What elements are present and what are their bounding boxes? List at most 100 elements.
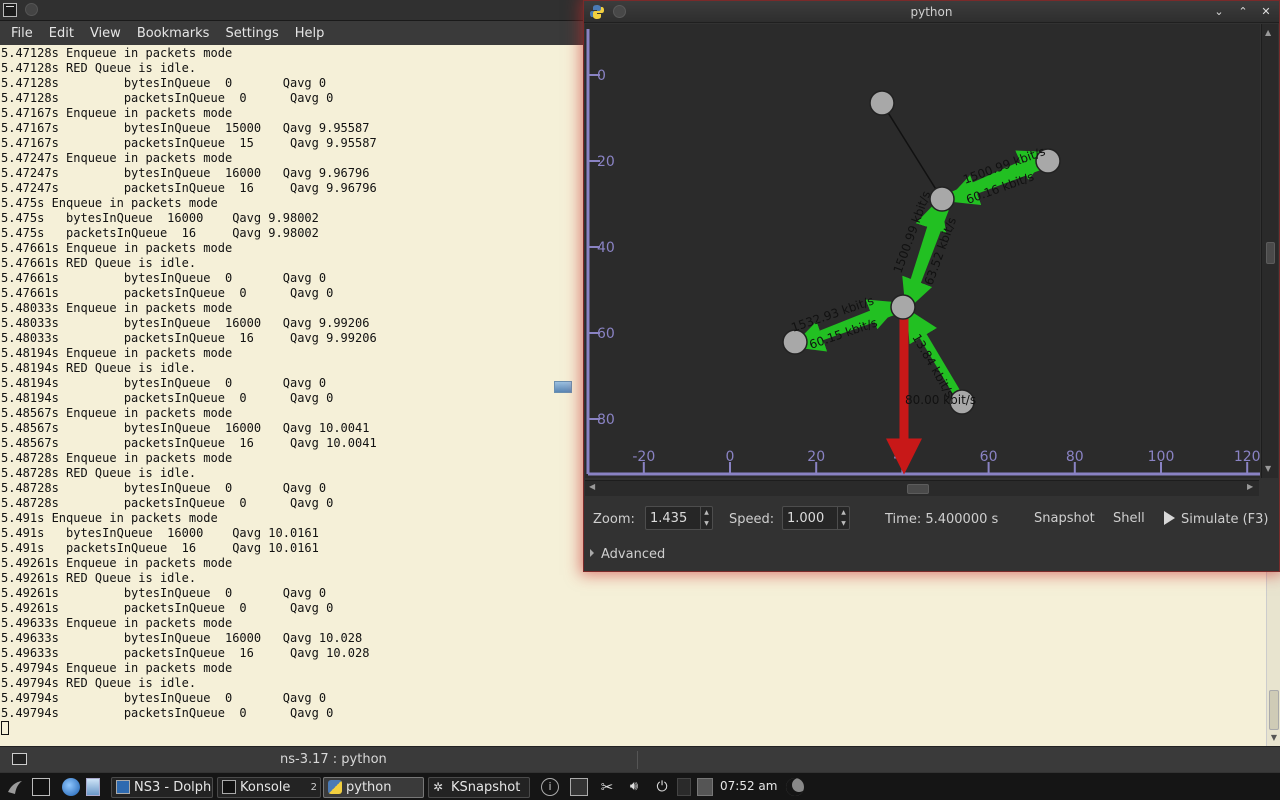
canvas-horizontal-scrollbar[interactable]: ◀ ▶ — [585, 480, 1259, 496]
canvas-vertical-scrollbar[interactable]: ▲ ▼ — [1261, 24, 1278, 478]
taskbar: NS3 - Dolphin Konsole 2 python ✲ KSnapsh… — [0, 772, 1280, 800]
scrollbar-thumb[interactable] — [1269, 690, 1279, 730]
task-python[interactable]: python — [323, 777, 424, 798]
scroll-left-icon[interactable]: ◀ — [589, 482, 595, 491]
node-circle[interactable] — [869, 90, 895, 116]
y-tick-label: 60 — [597, 326, 615, 342]
snapshot-button[interactable]: Snapshot — [1034, 511, 1095, 526]
network-icon[interactable] — [570, 778, 588, 796]
menu-help[interactable]: Help — [287, 26, 333, 41]
menu-file[interactable]: File — [3, 26, 41, 41]
x-tick-label: 100 — [1148, 449, 1175, 465]
y-tick-label: 20 — [597, 154, 615, 170]
menu-edit[interactable]: Edit — [41, 26, 82, 41]
new-tab-icon[interactable] — [12, 753, 27, 765]
document-icon[interactable] — [86, 778, 100, 796]
scissors-icon[interactable]: ✂ — [598, 778, 616, 796]
y-tick-label: 80 — [597, 412, 615, 428]
zoom-spinbox[interactable]: ▲▼ — [645, 506, 713, 530]
chevron-down-icon[interactable]: ⌄ — [1211, 4, 1227, 20]
close-icon[interactable]: ✕ — [1258, 4, 1274, 20]
scroll-down-icon[interactable]: ▼ — [1265, 464, 1271, 473]
menu-view[interactable]: View — [82, 26, 129, 41]
terminal-line: 5.49261s packetsInQueue 0 Qavg 0 — [1, 601, 334, 615]
link-label: 80.00 kbit/s — [905, 393, 976, 407]
python-logo-icon — [328, 780, 342, 794]
camera-icon: ✲ — [433, 780, 444, 794]
terminal-icon — [222, 780, 236, 794]
expander-arrow-icon — [590, 549, 594, 557]
x-tick-label: 120 — [1234, 449, 1260, 465]
app-launcher-icon[interactable] — [6, 778, 24, 796]
power-icon[interactable]: ⏻ — [653, 778, 671, 796]
tab-separator — [637, 751, 638, 769]
scroll-down-icon[interactable]: ▼ — [1269, 733, 1279, 743]
task-label: python — [346, 780, 392, 795]
terminal-line: 5.49633s packetsInQueue 16 Qavg 10.028 — [1, 646, 370, 660]
pyviz-controls: Zoom: ▲▼ Speed: ▲▼ Time: 5.400000 s Snap… — [584, 499, 1279, 541]
terminal-line: 5.49633s Enqueue in packets mode — [1, 616, 233, 630]
menu-settings[interactable]: Settings — [217, 26, 286, 41]
speed-label: Speed: — [729, 512, 775, 527]
volume-icon[interactable]: 🔊︎ — [625, 778, 643, 796]
menu-bookmarks[interactable]: Bookmarks — [129, 26, 218, 41]
spin-up-icon[interactable]: ▲ — [838, 507, 849, 518]
task-count-badge: 2 — [310, 782, 317, 793]
desktop-pager-2[interactable] — [697, 778, 713, 796]
x-tick-label: -20 — [632, 449, 655, 465]
browser-icon[interactable] — [62, 778, 80, 796]
terminal-cursor — [1, 721, 9, 735]
task-dolphin[interactable]: NS3 - Dolphin — [111, 777, 213, 798]
task-label: KSnapshot — [451, 780, 521, 795]
pyviz-window: python ⌄ ⌃ ✕ 020406080 -2002040608010012… — [583, 0, 1280, 572]
info-icon[interactable]: i — [541, 778, 559, 796]
simulate-button[interactable]: Simulate (F3) — [1164, 511, 1268, 527]
spin-down-icon[interactable]: ▼ — [701, 518, 712, 529]
window-icon — [116, 780, 130, 794]
scroll-up-icon[interactable]: ▲ — [1265, 28, 1271, 37]
terminal-line: 5.49261s bytesInQueue 0 Qavg 0 — [1, 586, 327, 600]
scroll-right-icon[interactable]: ▶ — [1247, 482, 1253, 491]
terminal-icon[interactable] — [3, 3, 17, 17]
session-tab-title[interactable]: ns-3.17 : python — [280, 752, 387, 767]
y-tick-label: 40 — [597, 240, 615, 256]
terminal-line: 5.49794s bytesInQueue 0 Qavg 0 — [1, 691, 327, 705]
x-tick-label: 60 — [980, 449, 998, 465]
chevron-up-icon[interactable]: ⌃ — [1235, 4, 1251, 20]
x-tick-label: 20 — [807, 449, 825, 465]
moon-icon[interactable] — [786, 778, 804, 796]
task-konsole[interactable]: Konsole 2 — [217, 777, 321, 798]
zoom-input[interactable] — [648, 509, 700, 527]
terminal-line: 5.49794s RED Queue is idle. — [1, 676, 197, 690]
pyviz-title: python — [910, 5, 953, 19]
task-ksnapshot[interactable]: ✲ KSnapshot — [428, 777, 530, 798]
terminal-line: 5.49633s bytesInQueue 16000 Qavg 10.028 — [1, 631, 363, 645]
zoom-label: Zoom: — [593, 512, 635, 527]
play-icon — [1164, 511, 1175, 525]
x-tick-label: 80 — [1066, 449, 1084, 465]
window-pin-icon[interactable] — [25, 3, 38, 16]
spin-up-icon[interactable]: ▲ — [701, 507, 712, 518]
scrollbar-thumb[interactable] — [1266, 242, 1275, 264]
link-top-mid — [881, 102, 943, 200]
desktop-image-icon[interactable] — [554, 381, 572, 393]
terminal-line: 5.49261s RED Queue is idle. — [1, 571, 197, 585]
speed-input[interactable] — [785, 509, 837, 527]
node-circle[interactable] — [890, 294, 916, 320]
terminal-launcher-icon[interactable] — [32, 778, 50, 796]
task-label: Konsole — [240, 780, 291, 795]
advanced-label: Advanced — [601, 547, 666, 562]
topology-canvas[interactable]: 020406080 -20020406080100120 — [585, 24, 1260, 478]
speed-spinbox[interactable]: ▲▼ — [782, 506, 850, 530]
topology-svg[interactable]: 020406080 -20020406080100120 — [585, 24, 1260, 478]
clock[interactable]: 07:52 am — [720, 779, 777, 793]
shell-button[interactable]: Shell — [1113, 511, 1145, 526]
scrollbar-thumb[interactable] — [907, 484, 929, 494]
advanced-expander[interactable]: Advanced — [590, 547, 665, 562]
desktop-pager-1[interactable] — [677, 778, 691, 796]
task-label: NS3 - Dolphin — [134, 780, 212, 795]
simulate-label: Simulate (F3) — [1181, 512, 1269, 527]
node-circle[interactable] — [929, 186, 955, 212]
sim-time-readout: Time: 5.400000 s — [885, 512, 999, 527]
spin-down-icon[interactable]: ▼ — [838, 518, 849, 529]
